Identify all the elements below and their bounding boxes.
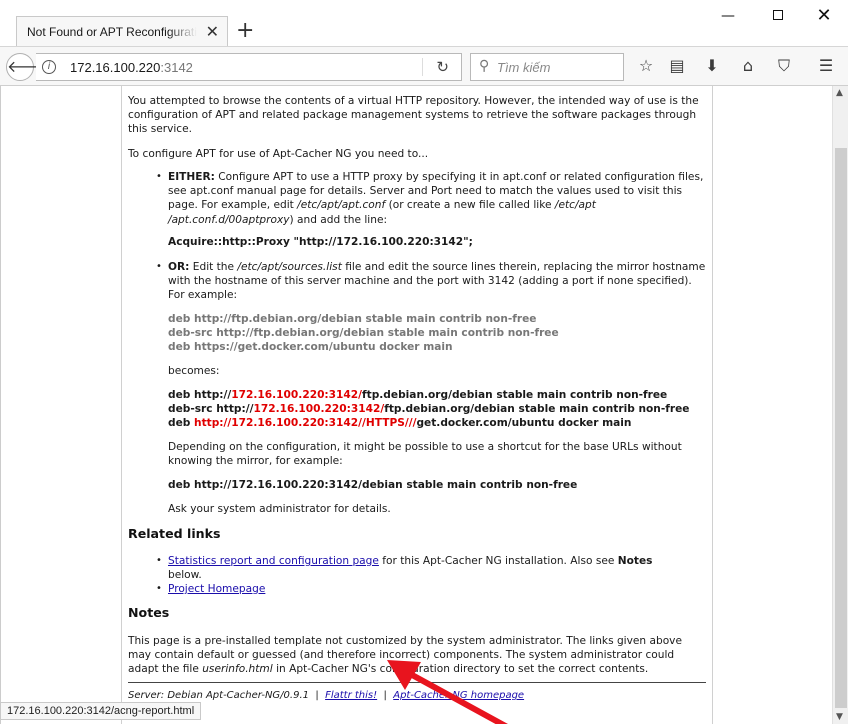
status-bar-url: 172.16.100.220:3142/acng-report.html bbox=[0, 702, 202, 720]
either-label: EITHER: bbox=[168, 171, 215, 183]
page-viewport: You attempted to browse the contents of … bbox=[0, 86, 832, 724]
minimize-icon[interactable]: — bbox=[718, 6, 738, 26]
reload-icon[interactable]: ↻ bbox=[436, 58, 449, 76]
menu-icon[interactable]: ☰ bbox=[816, 57, 836, 75]
scroll-down-icon[interactable]: ▼ bbox=[836, 712, 843, 722]
or-label: OR: bbox=[168, 261, 190, 273]
page-body: You attempted to browse the contents of … bbox=[121, 86, 713, 724]
related-links-heading: Related links bbox=[128, 526, 221, 541]
search-input[interactable]: ⚲ Tìm kiếm bbox=[470, 53, 624, 81]
notes-heading: Notes bbox=[128, 605, 170, 620]
server-info: Server: Debian Apt-Cacher-NG/0.9.1 bbox=[128, 690, 309, 701]
search-placeholder: Tìm kiếm bbox=[497, 60, 551, 75]
configure-intro: To configure APT for use of Apt-Cacher N… bbox=[128, 148, 429, 160]
stats-list-item: Statistics report and configuration page… bbox=[168, 555, 653, 582]
example-line: deb https://get.docker.com/ubuntu docker… bbox=[168, 341, 453, 353]
becomes-label: becomes: bbox=[168, 365, 220, 377]
annotation-arrow bbox=[387, 660, 508, 724]
or-paragraph: OR: Edit the /etc/apt/sources.list file … bbox=[168, 261, 706, 302]
rewritten-line: deb http://172.16.100.220:3142//HTTPS///… bbox=[168, 417, 632, 429]
window-close-icon[interactable]: ✕ bbox=[814, 6, 834, 26]
bullet-icon: • bbox=[156, 261, 162, 272]
bullet-icon: • bbox=[156, 555, 162, 566]
back-arrow-icon[interactable]: 🡐 bbox=[6, 53, 50, 81]
home-icon[interactable]: ⌂ bbox=[738, 57, 758, 75]
browser-tab[interactable]: Not Found or APT Reconfiguration ✕ bbox=[16, 16, 228, 48]
scroll-up-icon[interactable]: ▲ bbox=[836, 88, 843, 98]
navigation-bar: 🡐 i 172.16.100.220:3142 ↻ ⚲ Tìm kiếm ☆ ▤… bbox=[0, 46, 848, 86]
intro-paragraph: You attempted to browse the contents of … bbox=[128, 95, 699, 136]
proxy-line: Acquire::http::Proxy "http://172.16.100.… bbox=[168, 236, 473, 248]
scroll-thumb[interactable] bbox=[835, 148, 847, 708]
bullet-icon: • bbox=[156, 583, 162, 594]
rewritten-line: deb http://172.16.100.220:3142/ftp.debia… bbox=[168, 389, 668, 401]
info-icon[interactable]: i bbox=[42, 60, 56, 74]
url-bar[interactable]: i 172.16.100.220:3142 ↻ bbox=[36, 53, 462, 81]
bullet-icon: • bbox=[156, 171, 162, 182]
bookmark-star-icon[interactable]: ☆ bbox=[636, 57, 656, 75]
ask-admin-text: Ask your system administrator for detail… bbox=[168, 503, 391, 515]
new-tab-icon[interactable]: + bbox=[236, 20, 254, 42]
stats-report-link[interactable]: Statistics report and configuration page bbox=[168, 555, 379, 567]
maximize-icon[interactable] bbox=[768, 6, 788, 26]
flattr-link[interactable]: Flattr this! bbox=[325, 690, 377, 701]
search-icon: ⚲ bbox=[479, 58, 490, 74]
download-icon[interactable]: ⬇ bbox=[702, 57, 722, 75]
project-list-item: Project Homepage bbox=[168, 582, 710, 596]
tab-title: Not Found or APT Reconfiguration bbox=[27, 25, 197, 39]
url-separator bbox=[422, 58, 423, 76]
pocket-icon[interactable]: ⛉ bbox=[774, 57, 794, 75]
reader-list-icon[interactable]: ▤ bbox=[667, 57, 687, 75]
shortcut-paragraph: Depending on the configuration, it might… bbox=[168, 441, 682, 468]
rewritten-line: deb-src http://172.16.100.220:3142/ftp.d… bbox=[168, 403, 690, 415]
title-bar: Not Found or APT Reconfiguration ✕ + — ✕ bbox=[0, 0, 848, 48]
shortcut-line: deb http://172.16.100.220:3142/debian st… bbox=[168, 479, 578, 491]
tab-close-icon[interactable]: ✕ bbox=[206, 23, 219, 41]
example-line: deb-src http://ftp.debian.org/debian sta… bbox=[168, 327, 559, 339]
project-homepage-link[interactable]: Project Homepage bbox=[168, 583, 265, 595]
either-paragraph: EITHER: Configure APT to use a HTTP prox… bbox=[168, 171, 704, 226]
example-line: deb http://ftp.debian.org/debian stable … bbox=[168, 313, 537, 325]
vertical-scrollbar[interactable]: ▲ ▼ bbox=[832, 86, 848, 724]
url-text[interactable]: 172.16.100.220:3142 bbox=[70, 60, 193, 75]
